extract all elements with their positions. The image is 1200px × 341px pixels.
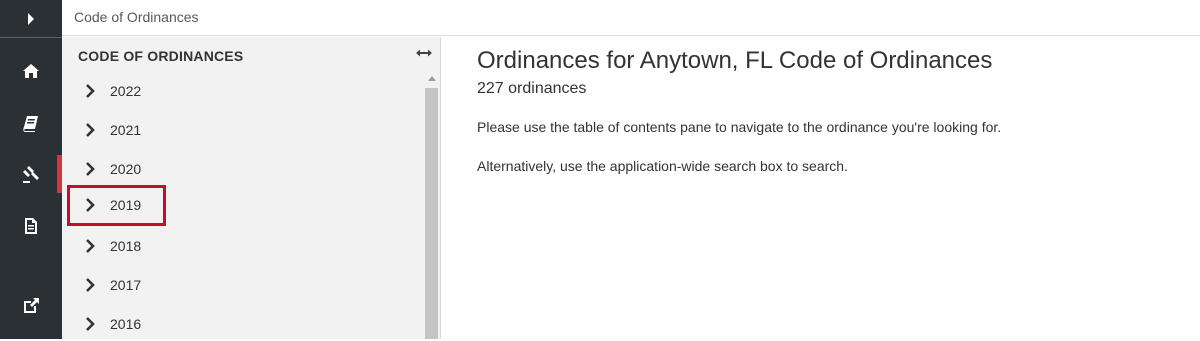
toc-item-label: 2019: [110, 197, 142, 213]
chevron-right-icon: [86, 123, 95, 137]
gavel-icon[interactable]: [0, 155, 62, 193]
toc-scrollbar[interactable]: [425, 75, 439, 339]
book-icon[interactable]: [0, 104, 62, 142]
toc-item-label: 2017: [110, 277, 142, 293]
external-link-icon[interactable]: [0, 286, 62, 324]
resize-icon[interactable]: [416, 46, 432, 60]
expand-arrow-icon[interactable]: [0, 0, 62, 38]
toc-item-2016[interactable]: 2016: [70, 307, 164, 341]
page-title: Ordinances for Anytown, FL Code of Ordin…: [477, 47, 993, 74]
chevron-right-icon: [86, 317, 95, 331]
toc-item-label: 2021: [110, 122, 142, 138]
main-content: Ordinances for Anytown, FL Code of Ordin…: [477, 46, 1177, 174]
toc-item-label: 2018: [110, 238, 142, 254]
instructions-text: Please use the table of contents pane to…: [477, 119, 1002, 135]
toc-item-label: 2022: [110, 83, 142, 99]
toc-item-label: 2016: [110, 316, 142, 332]
document-icon[interactable]: [0, 207, 62, 245]
left-nav-rail: [0, 0, 62, 339]
rail-toggle[interactable]: [0, 0, 62, 38]
toc-item-2019[interactable]: 2019: [67, 185, 166, 226]
breadcrumb: Code of Ordinances: [62, 0, 1200, 36]
pane-divider[interactable]: [440, 37, 441, 339]
chevron-right-icon: [86, 162, 95, 176]
breadcrumb-label[interactable]: Code of Ordinances: [74, 9, 199, 25]
toc-item-2021[interactable]: 2021: [70, 113, 164, 147]
toc-pane: CODE OF ORDINANCES 2022 2021 2020 2019 2…: [62, 37, 440, 339]
toc-header: CODE OF ORDINANCES: [78, 48, 244, 64]
toc-item-label: 2020: [110, 161, 142, 177]
toc-item-2018[interactable]: 2018: [70, 229, 164, 263]
chevron-right-icon: [86, 198, 95, 212]
search-hint-text: Alternatively, use the application-wide …: [477, 158, 848, 174]
chevron-right-icon: [86, 84, 95, 98]
chevron-right-icon: [86, 239, 95, 253]
toc-item-2022[interactable]: 2022: [70, 74, 164, 108]
scroll-up-arrow-icon[interactable]: [428, 76, 436, 81]
toc-item-2017[interactable]: 2017: [70, 268, 164, 302]
scroll-thumb[interactable]: [425, 88, 438, 339]
home-icon[interactable]: [0, 52, 62, 90]
chevron-right-icon: [86, 278, 95, 292]
ordinance-count: 227 ordinances: [477, 80, 587, 97]
toc-item-2020[interactable]: 2020: [70, 152, 164, 186]
